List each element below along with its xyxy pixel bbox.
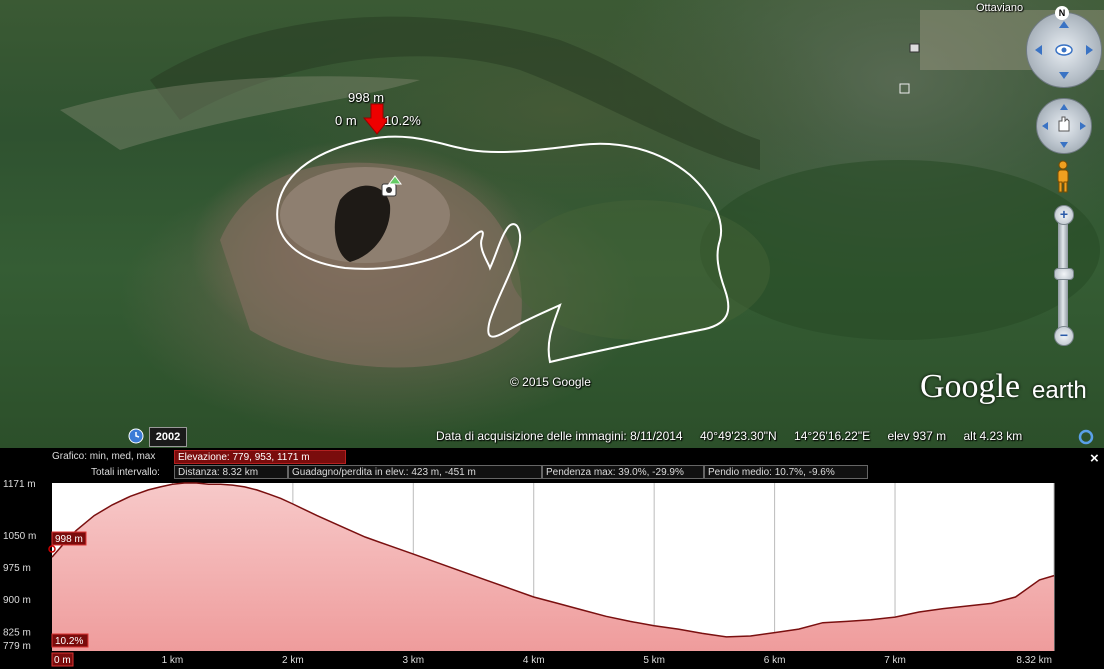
cursor-slope-label: 10.2%	[55, 636, 83, 647]
pegman-icon[interactable]	[1054, 160, 1072, 194]
marker-slope-label: 10.2%	[384, 113, 421, 128]
earth-3d-view[interactable]: Ottaviano 998 m 0 m 10.2% © 2015 Google …	[0, 0, 1104, 448]
x-tick-label: 4 km	[523, 655, 545, 666]
forest-area	[510, 200, 770, 340]
cursor-distance-label: 0 m	[54, 655, 71, 666]
x-axis-ticks: 1 km 2 km 3 km 4 km 5 km 6 km 7 km 8.32 km	[162, 655, 1052, 666]
x-tick-label: 5 km	[643, 655, 665, 666]
north-button[interactable]: N	[1055, 6, 1069, 20]
google-logo: Google	[920, 368, 1021, 405]
y-tick-label: 1050 m	[3, 531, 36, 542]
marker-elevation-label: 998 m	[348, 90, 385, 105]
x-tick-label: 8.32 km	[1016, 655, 1052, 666]
earth-logo: earth	[1032, 377, 1087, 404]
move-joystick-icon[interactable]	[1036, 98, 1092, 154]
elevation-chart[interactable]: 1171 m 1050 m 975 m 900 m 825 m 779 m 1 km 2 k…	[0, 448, 1104, 669]
camera-lens	[386, 187, 392, 193]
y-tick-label: 975 m	[3, 563, 31, 574]
x-tick-label: 7 km	[884, 655, 906, 666]
imagery-date: Data di acquisizione delle immagini: 8/1…	[436, 429, 683, 443]
longitude-readout: 14°26'16.22"E	[794, 429, 871, 443]
look-joystick-icon[interactable]	[1026, 12, 1102, 88]
altitude-readout: alt 4.23 km	[963, 429, 1023, 443]
y-tick-label: 779 m	[3, 641, 31, 652]
cursor-elevation-label: 998 m	[55, 534, 83, 545]
x-tick-label: 1 km	[162, 655, 184, 666]
camera-icon[interactable]	[909, 43, 920, 53]
elevation-readout: elev 937 m	[887, 429, 947, 443]
historical-imagery-year[interactable]: 2002	[149, 427, 187, 447]
placemark-square-icon[interactable]	[899, 83, 910, 94]
y-tick-label: 825 m	[3, 627, 31, 638]
move-arrows	[1042, 104, 1086, 148]
x-tick-label: 6 km	[764, 655, 786, 666]
y-tick-label: 1171 m	[3, 479, 36, 490]
town-label: Ottaviano	[976, 2, 1024, 14]
latitude-readout: 40°49'23.30"N	[699, 429, 777, 443]
clock-icon[interactable]	[128, 428, 144, 444]
marker-distance-label: 0 m	[335, 113, 357, 128]
look-arrows	[1035, 21, 1093, 79]
copyright-text: © 2015 Google	[510, 375, 591, 389]
loading-ring-icon	[1078, 429, 1094, 445]
elevation-profile-panel: Grafico: min, med, max Elevazione: 779, …	[0, 448, 1104, 669]
y-axis-ticks: 1171 m 1050 m 975 m 900 m 825 m 779 m	[3, 479, 36, 652]
status-bar: Data di acquisizione delle immagini: 8/1…	[436, 429, 1036, 443]
x-tick-label: 3 km	[402, 655, 424, 666]
x-tick-label: 2 km	[282, 655, 304, 666]
y-tick-label: 900 m	[3, 595, 31, 606]
zoom-slider-thumb[interactable]	[1054, 268, 1074, 280]
zoom-in-icon[interactable]: +	[1054, 205, 1074, 225]
zoom-out-icon[interactable]: −	[1054, 326, 1074, 346]
